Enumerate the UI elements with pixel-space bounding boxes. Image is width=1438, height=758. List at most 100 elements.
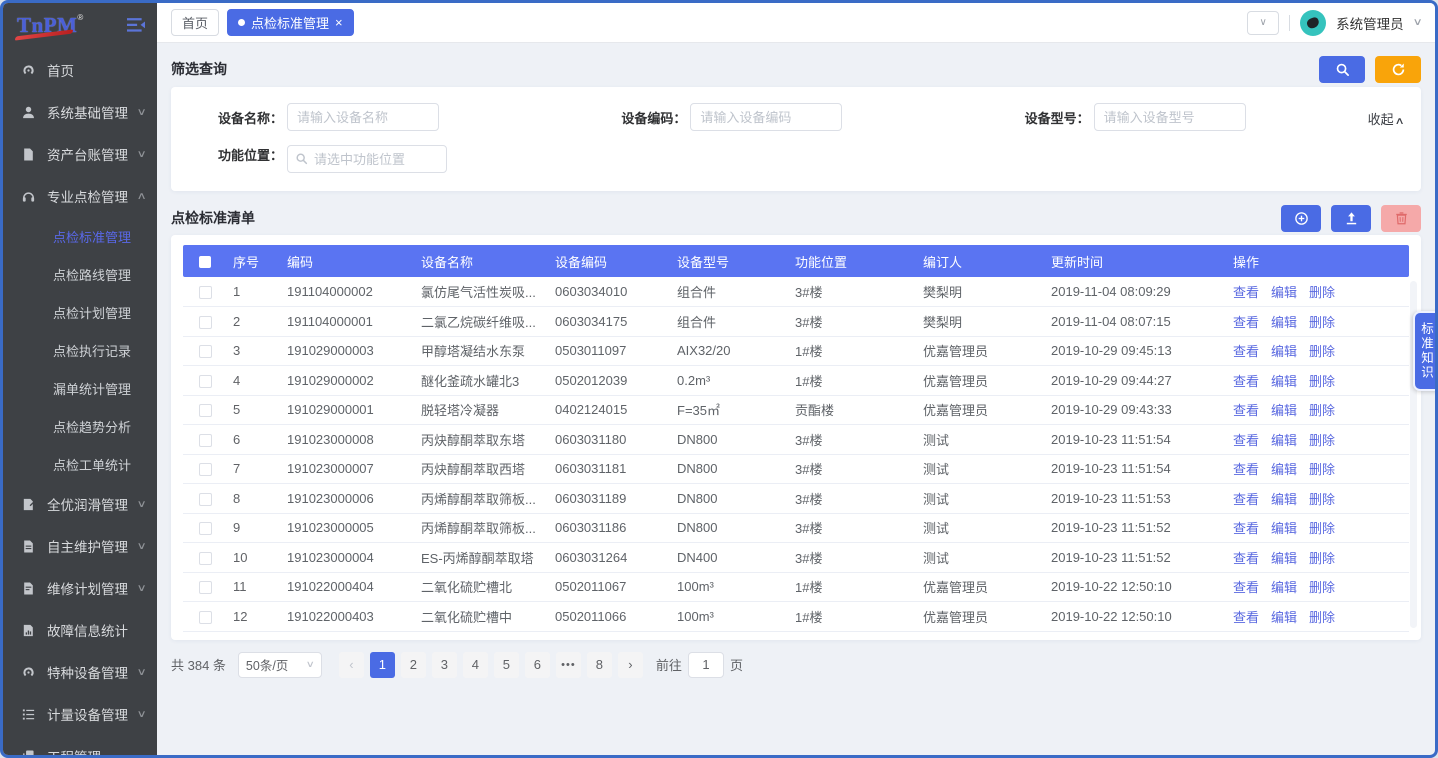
username[interactable]: 系统管理员 [1336,13,1404,33]
more-pages-button[interactable]: ••• [556,652,581,678]
row-action-delete[interactable]: 删除 [1309,610,1335,625]
sidebar-item-6[interactable]: 点检计划管理 [3,293,157,331]
row-checkbox[interactable] [199,375,212,388]
prev-page-button[interactable]: ‹ [339,652,364,678]
row-action-view[interactable]: 查看 [1233,433,1259,448]
row-checkbox[interactable] [199,404,212,417]
row-action-edit[interactable]: 编辑 [1271,285,1297,300]
row-checkbox[interactable] [199,611,212,624]
page-button-3[interactable]: 3 [432,652,457,678]
tab-inspection-standard[interactable]: 点检标准管理 × [227,9,354,36]
select-all-checkbox[interactable] [199,256,211,268]
page-button-5[interactable]: 5 [494,652,519,678]
filter-field-input-0[interactable] [287,103,439,131]
row-action-view[interactable]: 查看 [1233,610,1259,625]
row-checkbox[interactable] [199,434,212,447]
row-action-view[interactable]: 查看 [1233,580,1259,595]
row-action-edit[interactable]: 编辑 [1271,433,1297,448]
row-action-delete[interactable]: 删除 [1309,580,1335,595]
row-checkbox[interactable] [199,522,212,535]
row-action-delete[interactable]: 删除 [1309,462,1335,477]
row-action-delete[interactable]: 删除 [1309,551,1335,566]
sidebar-item-10[interactable]: 点检工单统计 [3,445,157,483]
row-checkbox[interactable] [199,316,212,329]
page-button-2[interactable]: 2 [401,652,426,678]
filter-field-input-1[interactable] [690,103,842,131]
refresh-button[interactable] [1375,56,1421,83]
upload-button[interactable] [1331,205,1371,232]
delete-button[interactable] [1381,205,1421,232]
sidebar-item-17[interactable]: 工程管理 [3,735,157,755]
row-action-view[interactable]: 查看 [1233,374,1259,389]
search-icon [295,152,308,165]
row-action-edit[interactable]: 编辑 [1271,374,1297,389]
row-action-edit[interactable]: 编辑 [1271,344,1297,359]
sidebar-item-3[interactable]: 专业点检管理∧ [3,175,157,217]
sidebar-item-16[interactable]: 计量设备管理∨ [3,693,157,735]
avatar[interactable] [1300,10,1326,36]
cell-location: 3#楼 [789,307,917,337]
next-page-button[interactable]: › [618,652,643,678]
row-action-edit[interactable]: 编辑 [1271,551,1297,566]
collapse-menu-icon[interactable] [127,17,145,33]
row-action-delete[interactable]: 删除 [1309,285,1335,300]
row-action-view[interactable]: 查看 [1233,462,1259,477]
sidebar-item-12[interactable]: 自主维护管理∨ [3,525,157,567]
row-action-edit[interactable]: 编辑 [1271,492,1297,507]
row-action-delete[interactable]: 删除 [1309,315,1335,330]
tab-close-icon[interactable]: × [335,16,343,29]
row-checkbox[interactable] [199,463,212,476]
sidebar-item-4[interactable]: 点检标准管理 [3,217,157,255]
row-action-edit[interactable]: 编辑 [1271,580,1297,595]
sidebar-item-5[interactable]: 点检路线管理 [3,255,157,293]
filter-field-input-2[interactable] [1094,103,1246,131]
sidebar-item-9[interactable]: 点检趋势分析 [3,407,157,445]
add-button[interactable] [1281,205,1321,232]
page-button-8[interactable]: 8 [587,652,612,678]
row-action-view[interactable]: 查看 [1233,403,1259,418]
row-action-delete[interactable]: 删除 [1309,374,1335,389]
row-checkbox[interactable] [199,581,212,594]
row-action-view[interactable]: 查看 [1233,492,1259,507]
goto-page-input[interactable] [688,652,724,678]
sidebar-item-8[interactable]: 漏单统计管理 [3,369,157,407]
row-action-delete[interactable]: 删除 [1309,521,1335,536]
page-button-6[interactable]: 6 [525,652,550,678]
page-button-4[interactable]: 4 [463,652,488,678]
sidebar-item-14[interactable]: 故障信息统计 [3,609,157,651]
tab-home[interactable]: 首页 [171,9,219,36]
row-action-edit[interactable]: 编辑 [1271,610,1297,625]
row-action-delete[interactable]: 删除 [1309,492,1335,507]
row-action-edit[interactable]: 编辑 [1271,521,1297,536]
sidebar-item-2[interactable]: 资产台账管理∨ [3,133,157,175]
row-action-edit[interactable]: 编辑 [1271,315,1297,330]
row-action-view[interactable]: 查看 [1233,551,1259,566]
row-action-edit[interactable]: 编辑 [1271,462,1297,477]
row-checkbox[interactable] [199,493,212,506]
row-action-view[interactable]: 查看 [1233,285,1259,300]
row-action-delete[interactable]: 删除 [1309,344,1335,359]
page-button-1[interactable]: 1 [370,652,395,678]
user-menu-chevron-down-icon[interactable]: ∨ [1412,17,1422,28]
sidebar-item-11[interactable]: 全优润滑管理∨ [3,483,157,525]
sidebar-item-13[interactable]: 维修计划管理∨ [3,567,157,609]
row-action-edit[interactable]: 编辑 [1271,403,1297,418]
sidebar-item-0[interactable]: 首页 [3,49,157,91]
collapse-filters-link[interactable]: 收起∧ [1368,109,1403,128]
row-checkbox[interactable] [199,345,212,358]
row-checkbox[interactable] [199,286,212,299]
row-action-delete[interactable]: 删除 [1309,433,1335,448]
row-checkbox[interactable] [199,552,212,565]
search-button[interactable] [1319,56,1365,83]
knowledge-side-tab[interactable]: 标准知识 [1413,311,1438,391]
sidebar-item-15[interactable]: 特种设备管理∨ [3,651,157,693]
row-action-view[interactable]: 查看 [1233,315,1259,330]
tabs-dropdown-button[interactable]: ∨ [1247,11,1279,35]
row-action-delete[interactable]: 删除 [1309,403,1335,418]
row-action-view[interactable]: 查看 [1233,521,1259,536]
page-size-select[interactable]: 50条/页 ∨ [238,652,322,678]
row-action-view[interactable]: 查看 [1233,344,1259,359]
function-location-input[interactable] [287,145,447,173]
sidebar-item-1[interactable]: 系统基础管理∨ [3,91,157,133]
sidebar-item-7[interactable]: 点检执行记录 [3,331,157,369]
